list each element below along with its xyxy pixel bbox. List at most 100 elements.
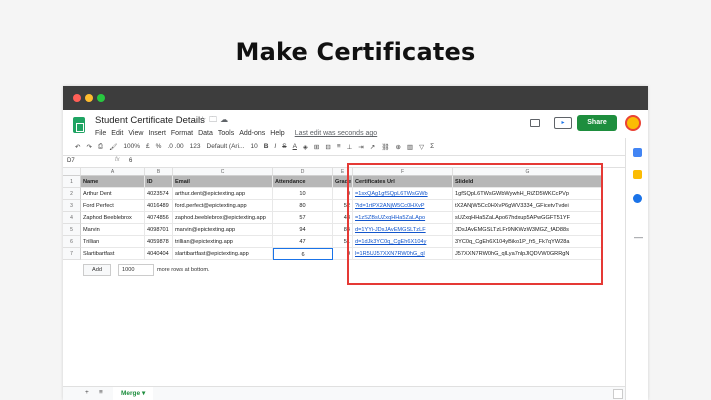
table-cell[interactable]: 4040404 xyxy=(145,248,173,260)
row-header[interactable]: 7 xyxy=(63,248,81,260)
menu-help[interactable]: Help xyxy=(270,130,284,137)
menu-file[interactable]: File xyxy=(95,130,106,137)
align-icon[interactable]: ≡ xyxy=(337,143,341,150)
rotate-icon[interactable]: ↗ xyxy=(370,143,375,151)
row-header[interactable]: 2 xyxy=(63,188,81,200)
all-sheets-button[interactable]: ≡ xyxy=(99,389,103,396)
add-rows-count-input[interactable]: 1000 xyxy=(118,264,154,276)
share-button[interactable]: Share xyxy=(577,115,617,131)
bold-button[interactable]: B xyxy=(264,143,269,150)
header-cell-id[interactable]: ID xyxy=(145,176,173,188)
table-cell[interactable]: arthur.dent@epictexting.app xyxy=(173,188,273,200)
table-cell[interactable]: Marvin xyxy=(81,224,145,236)
table-cell[interactable]: 4074856 xyxy=(145,212,173,224)
star-icon[interactable]: ☆ xyxy=(199,115,209,124)
close-window-dot[interactable] xyxy=(73,94,81,102)
document-title[interactable]: Student Certificate Details xyxy=(95,115,205,126)
add-rows-button[interactable]: Add xyxy=(83,264,111,276)
font-select[interactable]: Default (Ari... xyxy=(207,143,245,150)
currency-format-button[interactable]: £ xyxy=(146,143,150,150)
row-header[interactable]: 5 xyxy=(63,224,81,236)
table-cell[interactable]: Ford Perfect xyxy=(81,200,145,212)
menu-insert[interactable]: Insert xyxy=(148,130,166,137)
table-cell[interactable]: 4059878 xyxy=(145,236,173,248)
menu-edit[interactable]: Edit xyxy=(111,130,123,137)
sheet-tab-merge[interactable]: Merge ▾ xyxy=(113,387,154,400)
table-cell[interactable]: Zaphod Beeblebrox xyxy=(81,212,145,224)
row-header[interactable]: 1 xyxy=(63,176,81,188)
insert-comment-icon[interactable]: ⊕ xyxy=(395,143,400,151)
table-cell[interactable]: 4016489 xyxy=(145,200,173,212)
keep-icon[interactable] xyxy=(633,170,642,179)
table-cell[interactable]: Arthur Dent xyxy=(81,188,145,200)
column-header[interactable]: C xyxy=(173,168,273,176)
table-cell[interactable]: Trillian xyxy=(81,236,145,248)
tasks-icon[interactable] xyxy=(633,194,642,203)
redo-icon[interactable]: ↷ xyxy=(86,143,91,151)
strikethrough-button[interactable]: S xyxy=(282,143,286,150)
header-cell-attendance[interactable]: Attendance xyxy=(273,176,333,188)
table-cell[interactable]: 4098701 xyxy=(145,224,173,236)
table-cell[interactable]: 57 xyxy=(273,212,333,224)
chart-icon[interactable]: ▥ xyxy=(407,143,413,151)
text-color-button[interactable]: A xyxy=(293,143,297,150)
zoom-select[interactable]: 100% xyxy=(123,143,140,150)
valign-icon[interactable]: ⊥ xyxy=(347,143,353,151)
table-cell[interactable]: slartibartfast@epictexting.app xyxy=(173,248,273,260)
table-cell[interactable]: trillian@epictexting.app xyxy=(173,236,273,248)
print-icon[interactable]: ⎙ xyxy=(98,143,103,151)
folder-icon[interactable]: 🗀 xyxy=(209,115,220,124)
add-on-plus-icon[interactable]: — xyxy=(634,232,643,242)
table-cell[interactable]: 10 xyxy=(273,188,333,200)
table-cell[interactable]: marvin@epictexting.app xyxy=(173,224,273,236)
table-cell[interactable]: ford.perfect@epictexting.app xyxy=(173,200,273,212)
present-button[interactable]: ▸ xyxy=(554,117,572,129)
add-sheet-button[interactable]: + xyxy=(85,389,89,396)
column-header[interactable]: A xyxy=(81,168,145,176)
filter-icon[interactable]: ▽ xyxy=(419,143,424,151)
table-cell[interactable]: 80 xyxy=(273,200,333,212)
font-size-select[interactable]: 10 xyxy=(250,143,257,150)
last-edit-link[interactable]: Last edit was seconds ago xyxy=(295,130,378,137)
name-box[interactable]: D7 xyxy=(67,158,75,164)
formula-input[interactable]: 6 xyxy=(129,158,132,164)
wrap-icon[interactable]: ⇥ xyxy=(358,143,363,151)
sheets-logo-icon[interactable] xyxy=(73,117,85,133)
minimize-window-dot[interactable] xyxy=(85,94,93,102)
row-header[interactable]: 6 xyxy=(63,236,81,248)
functions-icon[interactable]: Σ xyxy=(430,143,434,150)
menu-view[interactable]: View xyxy=(128,130,143,137)
decimal-buttons[interactable]: .0 .00 xyxy=(167,143,183,150)
row-header[interactable]: 4 xyxy=(63,212,81,224)
italic-button[interactable]: I xyxy=(274,143,276,150)
table-cell[interactable]: 94 xyxy=(273,224,333,236)
merge-icon[interactable]: ⊟ xyxy=(325,143,330,151)
calendar-icon[interactable] xyxy=(633,148,642,157)
borders-icon[interactable]: ⊞ xyxy=(314,143,319,151)
menu-tools[interactable]: Tools xyxy=(218,130,234,137)
header-cell-email[interactable]: Email xyxy=(173,176,273,188)
row-header[interactable]: 3 xyxy=(63,200,81,212)
maximize-window-dot[interactable] xyxy=(97,94,105,102)
fill-color-icon[interactable]: ◈ xyxy=(303,143,308,151)
explore-icon[interactable] xyxy=(613,389,623,399)
menu-addons[interactable]: Add-ons xyxy=(239,130,265,137)
more-formats-select[interactable]: 123 xyxy=(190,143,201,150)
selected-cell[interactable]: 6 xyxy=(273,248,333,260)
header-cell-name[interactable]: Name xyxy=(81,176,145,188)
menu-data[interactable]: Data xyxy=(198,130,213,137)
percent-format-button[interactable]: % xyxy=(156,143,162,150)
column-header[interactable]: D xyxy=(273,168,333,176)
table-cell[interactable]: zaphod.beeblebrox@epictexting.app xyxy=(173,212,273,224)
table-cell[interactable]: 47 xyxy=(273,236,333,248)
paint-format-icon[interactable]: 🖌 xyxy=(109,143,117,151)
link-icon[interactable]: ⛓ xyxy=(381,143,389,151)
avatar[interactable] xyxy=(625,115,641,131)
comment-icon[interactable] xyxy=(530,119,540,127)
menu-format[interactable]: Format xyxy=(171,130,193,137)
table-cell[interactable]: Slartibartfast xyxy=(81,248,145,260)
undo-icon[interactable]: ↶ xyxy=(75,143,80,151)
table-cell[interactable]: 4023574 xyxy=(145,188,173,200)
select-all-corner[interactable] xyxy=(63,168,81,176)
column-header[interactable]: B xyxy=(145,168,173,176)
